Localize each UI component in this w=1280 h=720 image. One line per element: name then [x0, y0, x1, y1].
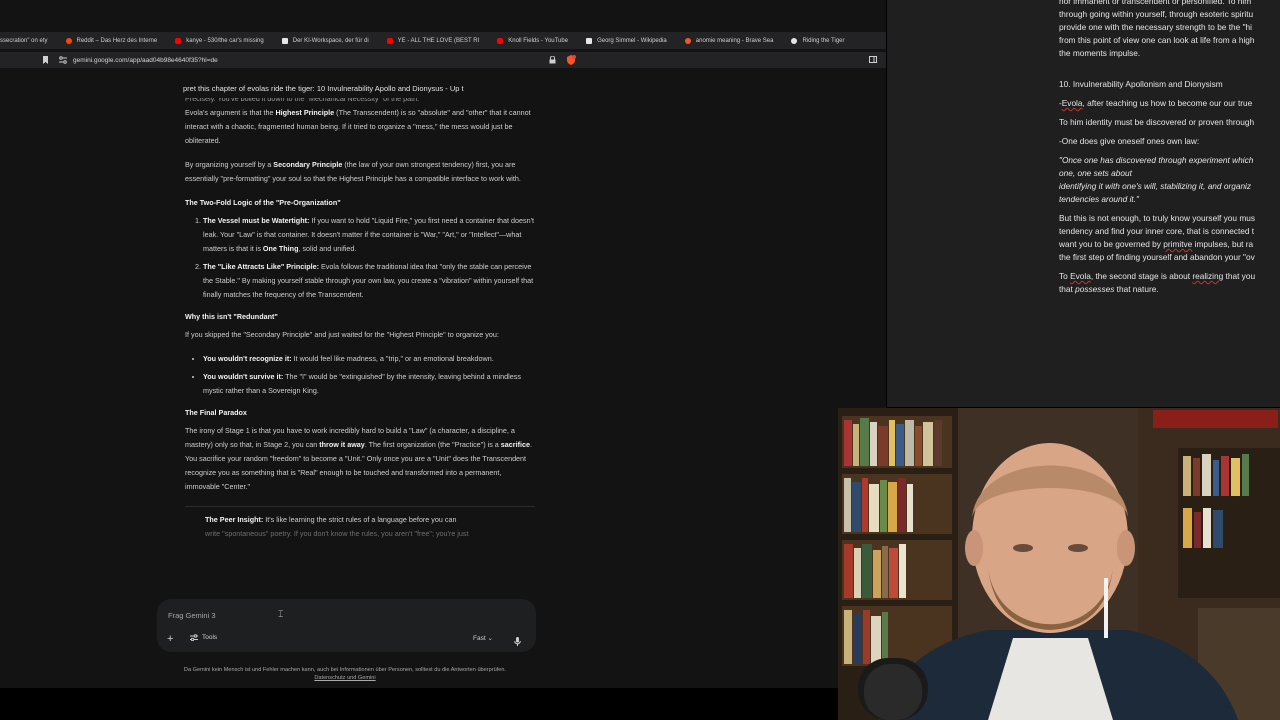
brave-shield-icon[interactable]: [566, 55, 576, 65]
prompt-input-box[interactable]: Frag Gemini 3 ⌶ + Tools Fast ⌄: [157, 599, 536, 652]
bookmark-item[interactable]: Der KI-Workspace, der für di: [281, 37, 369, 44]
bookmark-item[interactable]: Knoll Fields - YouTube: [497, 37, 569, 44]
response-text: Precisely. You've boiled it down to the …: [185, 98, 420, 103]
notes-line: that possesses that nature.: [1059, 284, 1159, 294]
page-icon: [281, 37, 288, 44]
gemini-chat: pret this chapter of evolas ride the tig…: [0, 70, 886, 688]
microphone: [858, 658, 928, 720]
tools-icon: [190, 634, 198, 641]
section-heading: The Two-Fold Logic of the "Pre-Organizat…: [185, 198, 341, 207]
bookmark-label: kanye - 530/the car's missing: [186, 37, 264, 44]
notes-line: provide one with the necessary strength …: [1059, 22, 1252, 32]
youtube-icon: [497, 37, 504, 44]
notes-line: But this is not enough, to truly know yo…: [1059, 213, 1255, 223]
microphone-button[interactable]: [514, 633, 521, 651]
notes-line: -One does give oneself ones own law:: [1059, 136, 1200, 146]
notes-quote-line: identifying it with one's will, stabiliz…: [1059, 181, 1252, 191]
list-item: The Vessel must be Watertight: If you wa…: [203, 214, 535, 256]
notes-line: through going within yourself, through e…: [1059, 9, 1254, 19]
globe-icon: [791, 37, 798, 44]
conversation-title[interactable]: pret this chapter of evolas ride the tig…: [183, 84, 464, 93]
notes-line: want you to be governed by primitve impu…: [1059, 239, 1254, 249]
bookmark-item[interactable]: anomie meaning - Brave Sea: [684, 37, 774, 44]
notes-line: nor immanent or transcendent or personif…: [1059, 0, 1252, 6]
faded-text: write "spontaneous" poetry. If you don't…: [205, 529, 469, 538]
tools-button[interactable]: Tools: [190, 634, 217, 641]
address-bar[interactable]: gemini.google.com/app/aad04b98e4640f35?h…: [0, 52, 886, 68]
tools-label: Tools: [202, 634, 218, 641]
bookmark-label: Der KI-Workspace, der für di: [292, 37, 369, 44]
list-item: The "Like Attracts Like" Principle: Evol…: [203, 260, 535, 302]
bookmark-label: YE - ALL THE LOVE (BEST RI: [397, 37, 480, 44]
response-paragraph: Evola's argument is that the Highest Pri…: [185, 108, 531, 145]
bookmark-item[interactable]: YE - ALL THE LOVE (BEST RI: [386, 37, 480, 44]
notes-heading: 10. Invulnerability Apollonism and Diony…: [1059, 79, 1223, 89]
privacy-link[interactable]: Datenschutz und Gemini: [0, 674, 690, 682]
notes-line: To him identity must be discovered or pr…: [1059, 117, 1255, 127]
chevron-down-icon: ⌄: [487, 635, 493, 642]
brave-icon: [684, 37, 691, 44]
bookmark-item[interactable]: kanye - 530/the car's missing: [175, 37, 264, 44]
notes-quote-line: "Once one has discovered through experim…: [1059, 155, 1254, 165]
bullet-list: You wouldn't recognize it: It would feel…: [185, 352, 535, 398]
bookmark-label: Riding the Tiger: [802, 37, 845, 44]
poster: [1153, 410, 1278, 428]
microphone-icon: [514, 637, 521, 646]
bookmark-item[interactable]: Reddit – Das Herz des Interne: [65, 37, 158, 44]
bookmark-label: anomie meaning - Brave Sea: [695, 37, 774, 44]
disclaimer-text: Da Gemini kein Mensch ist und Fehler mac…: [183, 667, 507, 673]
bookmark-item[interactable]: Riding the Tiger: [791, 37, 845, 44]
prompt-input[interactable]: Frag Gemini 3: [168, 611, 216, 620]
url-text[interactable]: gemini.google.com/app/aad04b98e4640f35?h…: [73, 57, 218, 64]
bookmark-label: Georg Simmel - Wikipedia: [597, 37, 667, 44]
peer-insight-block: The Peer Insight: It's like learning the…: [185, 506, 535, 541]
sidebar-toggle-icon[interactable]: [869, 56, 877, 63]
notes-document: nor immanent or transcendent or personif…: [887, 0, 1280, 407]
webcam-scene: [838, 408, 1280, 720]
site-info-icon[interactable]: [59, 56, 67, 64]
bookshelf: [842, 416, 952, 666]
wikipedia-icon: [586, 37, 593, 44]
webcam-video: [838, 408, 1280, 720]
reddit-icon: [65, 37, 72, 44]
response-paragraph: The irony of Stage 1 is that you have to…: [185, 426, 532, 491]
notes-line: tendency and find your inner core, that …: [1059, 226, 1255, 236]
notes-line: from this point of view one can look at …: [1059, 35, 1255, 45]
mode-label: Fast: [473, 635, 486, 642]
notes-quote-line: tendencies around it.": [1059, 194, 1139, 204]
notes-line: the first step of finding yourself and a…: [1059, 252, 1255, 262]
response-content: Precisely. You've boiled it down to the …: [185, 98, 535, 620]
lock-icon[interactable]: [549, 56, 556, 64]
bookmark-star-icon[interactable]: [42, 56, 49, 64]
youtube-icon: [386, 37, 393, 44]
notes-quote-line: one, one sets about: [1059, 168, 1132, 178]
bookmark-label: Knoll Fields - YouTube: [508, 37, 569, 44]
response-paragraph: By organizing yourself by a Secondary Pr…: [185, 160, 521, 183]
model-mode-dropdown[interactable]: Fast ⌄: [473, 634, 493, 642]
notes-text[interactable]: nor immanent or transcendent or personif…: [1059, 0, 1280, 296]
youtube-icon: [175, 37, 182, 44]
response-paragraph: If you skipped the "Secondary Principle"…: [185, 330, 499, 339]
bookmarks-bar: ssecration" on ety Reddit – Das Herz des…: [0, 32, 886, 49]
bookmark-item[interactable]: Georg Simmel - Wikipedia: [586, 37, 667, 44]
section-heading: Why this isn't "Redundant": [185, 312, 278, 321]
list-item: You wouldn't recognize it: It would feel…: [203, 352, 535, 366]
notes-line: -Evola, after teaching us how to become …: [1059, 98, 1253, 108]
bookmark-label: Reddit – Das Herz des Interne: [76, 37, 158, 44]
numbered-list: The Vessel must be Watertight: If you wa…: [185, 214, 535, 302]
bookmark-item[interactable]: ssecration" on ety: [0, 38, 48, 44]
mouse-cursor-icon: ⌶: [278, 609, 284, 619]
bookmark-label: ssecration" on ety: [0, 37, 48, 44]
screen-bottom: [0, 688, 838, 720]
section-heading: The Final Paradox: [185, 408, 247, 417]
notes-line: To Evola, the second stage is about real…: [1059, 271, 1256, 281]
add-attachment-button[interactable]: +: [167, 633, 173, 645]
browser-window: ssecration" on ety Reddit – Das Herz des…: [0, 0, 886, 688]
disclaimer: Da Gemini kein Mensch ist und Fehler mac…: [0, 666, 690, 682]
notes-line: the moments impulse.: [1059, 48, 1141, 58]
list-item: You wouldn't survive it: The "I" would b…: [203, 370, 535, 398]
